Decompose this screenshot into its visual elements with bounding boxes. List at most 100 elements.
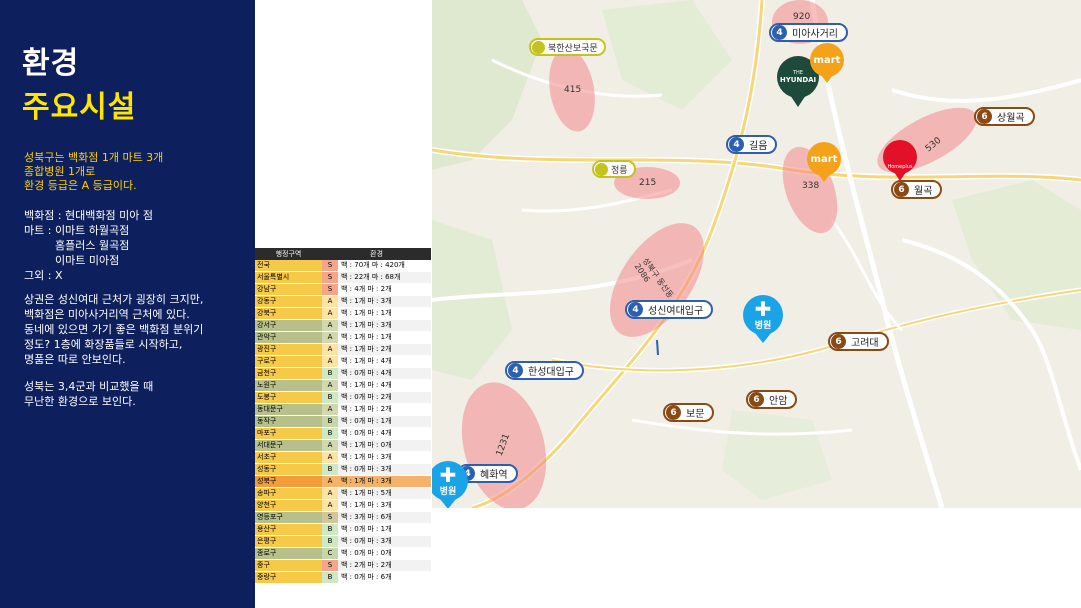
poi-jeongneung[interactable]: 정릉 xyxy=(592,160,636,178)
grade-cell: A xyxy=(322,476,338,487)
line-6-badge: 6 xyxy=(831,334,846,349)
detail-cell: 백 : 0개 마 : 3개 xyxy=(338,464,431,475)
line-4-badge: 4 xyxy=(772,25,787,40)
poi-name: 북한산보국문 xyxy=(548,43,598,54)
grade-cell: A xyxy=(322,356,338,367)
grade-cell: B xyxy=(322,368,338,379)
table-row: 강북구 A 백 : 1개 마 : 1개 xyxy=(255,308,431,320)
detail-cell: 백 : 22개 마 : 68개 xyxy=(338,272,431,283)
detail-cell: 백 : 1개 마 : 3개 xyxy=(338,476,431,487)
detail-cell: 백 : 0개 마 : 3개 xyxy=(338,536,431,547)
poi-bukhansan[interactable]: 북한산보국문 xyxy=(529,38,606,56)
pin-tail xyxy=(440,499,456,508)
slide: 환경 주요시설 성북구는 백화점 1개 마트 3개 종합병원 1개로 환경 등급… xyxy=(0,0,1081,608)
density-label: 415 xyxy=(564,85,582,95)
detail-cell: 백 : 1개 마 : 5개 xyxy=(338,488,431,499)
table-row: 서울특별시 S 백 : 22개 마 : 68개 xyxy=(255,272,431,284)
station-name: 상월곡 xyxy=(997,113,1025,124)
region-cell: 노원구 xyxy=(255,380,322,391)
region-cell: 서울특별시 xyxy=(255,272,322,283)
table-row: 양천구 A 백 : 1개 마 : 3개 xyxy=(255,500,431,512)
poi-name: 정릉 xyxy=(611,165,628,176)
grade-cell: B xyxy=(322,536,338,547)
poi-dot-icon xyxy=(595,162,608,176)
station-korea-univ[interactable]: 6 고려대 xyxy=(828,332,889,351)
region-cell: 종로구 xyxy=(255,548,322,559)
station-name: 한성대입구 xyxy=(528,367,574,378)
table-row: 강동구 A 백 : 1개 마 : 3개 xyxy=(255,296,431,308)
grade-cell: A xyxy=(322,440,338,451)
region-cell: 강동구 xyxy=(255,296,322,307)
summary-line: 종합병원 1개로 xyxy=(24,165,96,178)
detail-cell: 백 : 0개 마 : 0개 xyxy=(338,548,431,559)
emart-logo-icon: mart xyxy=(810,43,844,77)
grade-cell: B xyxy=(322,392,338,403)
line-6-badge: 6 xyxy=(749,392,764,407)
map-view[interactable]: 920 415 530 215 338 성북구 동선동 2086 1231 북한… xyxy=(432,0,1081,508)
detail-cell: 백 : 1개 마 : 3개 xyxy=(338,296,431,307)
pin-tail xyxy=(821,75,833,83)
station-sungshin[interactable]: 4 성신여대입구 xyxy=(625,300,714,319)
table-row: 금천구 B 백 : 0개 마 : 4개 xyxy=(255,368,431,380)
station-sangwolgok[interactable]: 6 상월곡 xyxy=(974,107,1035,126)
station-miasageori[interactable]: 4 미아사거리 xyxy=(769,23,848,42)
grade-cell: A xyxy=(322,332,338,343)
grade-cell: A xyxy=(322,320,338,331)
region-cell: 은평구 xyxy=(255,536,322,547)
table-row: 서대문구 A 백 : 1개 마 : 0개 xyxy=(255,440,431,452)
poi-dot-icon xyxy=(532,40,545,54)
conclusion-text: 성북는 3,4군과 비교했을 때 무난한 환경으로 보인다. xyxy=(24,379,153,409)
grade-cell: B xyxy=(322,524,338,535)
grade-cell: S xyxy=(322,284,338,295)
grade-cell: A xyxy=(322,296,338,307)
station-name: 보문 xyxy=(686,409,705,420)
department-store-line: 백화점 : 현대백화점 미아 점 xyxy=(24,209,154,222)
station-name: 월곡 xyxy=(914,186,933,197)
station-gireum[interactable]: 4 길음 xyxy=(726,135,778,154)
station-hansung[interactable]: 4 한성대입구 xyxy=(505,361,584,380)
emart-logo-icon: mart xyxy=(807,142,841,176)
station-anam[interactable]: 6 안암 xyxy=(746,390,798,409)
grade-cell: A xyxy=(322,308,338,319)
region-cell: 영등포구 xyxy=(255,512,322,523)
grade-cell: A xyxy=(322,500,338,511)
density-label: 920 xyxy=(793,12,811,22)
line-6-badge: 6 xyxy=(977,109,992,124)
detail-cell: 백 : 1개 마 : 0개 xyxy=(338,440,431,451)
table-row: 광진구 A 백 : 1개 마 : 2개 xyxy=(255,344,431,356)
detail-cell: 백 : 1개 마 : 4개 xyxy=(338,356,431,367)
hospital-pin[interactable]: ✚ 병원 xyxy=(743,295,783,343)
detail-cell: 백 : 2개 마 : 2개 xyxy=(338,560,431,571)
grade-cell: C xyxy=(322,548,338,559)
conclusion-line: 성북는 3,4군과 비교했을 때 xyxy=(24,380,154,393)
region-cell: 성동구 xyxy=(255,464,322,475)
homeplus-pin[interactable]: Homeplus xyxy=(883,140,917,182)
region-cell: 금천구 xyxy=(255,368,322,379)
region-cell: 서초구 xyxy=(255,452,322,463)
hospital-pin[interactable]: ✚ 병원 xyxy=(432,461,468,508)
emart-pin-hawolgok[interactable]: mart xyxy=(807,142,841,182)
pin-tail xyxy=(894,172,906,181)
table-row: 성동구 B 백 : 0개 마 : 3개 xyxy=(255,464,431,476)
analysis-line: 정도? 1층에 화장품들로 시작하고, xyxy=(24,338,183,351)
station-bomun[interactable]: 6 보문 xyxy=(663,403,715,422)
grade-cell: S xyxy=(322,272,338,283)
table-row: 전국 S 백 : 70개 마 : 420개 xyxy=(255,260,431,272)
pin-tail xyxy=(755,333,771,343)
table-row: 송파구 A 백 : 1개 마 : 5개 xyxy=(255,488,431,500)
region-cell: 관악구 xyxy=(255,332,322,343)
emart-pin-mia[interactable]: mart xyxy=(810,43,844,83)
summary-line: 성북구는 백화점 1개 마트 3개 xyxy=(24,151,164,164)
table-row: 동대문구 A 백 : 1개 마 : 2개 xyxy=(255,404,431,416)
station-name: 성신여대입구 xyxy=(648,306,704,317)
mart-line: 마트 : 이마트 하월곡점 xyxy=(24,224,130,237)
grade-cell: A xyxy=(322,488,338,499)
grade-cell: B xyxy=(322,428,338,439)
station-wolgok[interactable]: 6 월곡 xyxy=(891,180,943,199)
map-base xyxy=(432,0,1081,508)
detail-cell: 백 : 1개 마 : 3개 xyxy=(338,452,431,463)
region-cell: 양천구 xyxy=(255,500,322,511)
hospital-label: 병원 xyxy=(754,320,772,331)
region-cell: 도봉구 xyxy=(255,392,322,403)
detail-cell: 백 : 0개 마 : 4개 xyxy=(338,368,431,379)
